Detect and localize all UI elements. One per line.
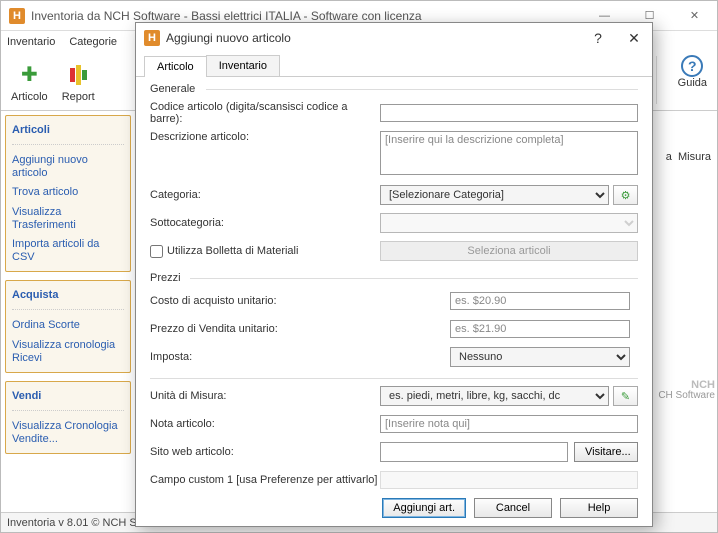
visitare-button[interactable]: Visitare... — [574, 442, 638, 462]
label-vendita: Prezzo di Vendita unitario: — [150, 323, 450, 335]
toolbar-report[interactable]: Report — [62, 61, 95, 103]
label-bom: Utilizza Bolletta di Materiali — [167, 245, 298, 257]
legend-prezzi: Prezzi — [150, 272, 638, 284]
sidebar-item-vendite[interactable]: Visualizza Cronologia Vendite... — [12, 417, 124, 449]
nch-logo: NCH CH Software — [645, 381, 715, 400]
sidebar-head: Acquista — [12, 285, 124, 310]
toolbar-articolo[interactable]: ✚ Articolo — [11, 61, 48, 103]
toolbar-guida[interactable]: ? Guida — [678, 55, 707, 89]
fieldset-generale: Generale Codice articolo (digita/scansis… — [150, 83, 638, 262]
sidebar: Articoli Aggiungi nuovo articolo Trova a… — [1, 111, 135, 512]
label-custom1: Campo custom 1 [usa Preferenze per attiv… — [150, 474, 380, 486]
gear-icon: ⚙ — [621, 189, 631, 202]
plus-icon: ✚ — [15, 61, 43, 89]
costo-input[interactable] — [450, 292, 630, 310]
fieldset-prezzi: Prezzi Costo di acquisto unitario: Prezz… — [150, 272, 638, 368]
imposta-select[interactable]: Nessuno — [450, 347, 630, 367]
unita-edit-button[interactable]: ✎ — [613, 386, 638, 406]
codice-input[interactable] — [380, 104, 638, 122]
help-icon: ? — [681, 55, 703, 77]
toolbar-separator — [656, 56, 657, 104]
legend-generale: Generale — [150, 83, 638, 95]
sidebar-item-trasferimenti[interactable]: Visualizza Trasferimenti — [12, 203, 124, 235]
sidebar-head: Vendi — [12, 386, 124, 411]
categoria-select[interactable]: [Selezionare Categoria] — [380, 185, 609, 205]
label-costo: Costo di acquisto unitario: — [150, 295, 450, 307]
add-item-dialog: H Aggiungi nuovo articolo ? ✕ Articolo I… — [135, 22, 653, 527]
descrizione-input[interactable] — [380, 131, 638, 175]
menu-inventario[interactable]: Inventario — [7, 36, 55, 48]
label-nota: Nota articolo: — [150, 418, 380, 430]
label-sottocat: Sottocategoria: — [150, 217, 380, 229]
label-unita: Unità di Misura: — [150, 390, 380, 402]
label-codice: Codice articolo (digita/scansisci codice… — [150, 101, 380, 125]
dialog-buttons: Aggiungi art. Cancel Help — [136, 490, 652, 526]
bom-checkbox-row[interactable]: Utilizza Bolletta di Materiali — [150, 245, 380, 258]
tab-inventario[interactable]: Inventario — [206, 55, 280, 76]
sidebar-group-vendi: Vendi Visualizza Cronologia Vendite... — [5, 381, 131, 454]
cancel-button[interactable]: Cancel — [474, 498, 552, 518]
dialog-tabs: Articolo Inventario — [136, 55, 652, 77]
column-headers: a Misura — [666, 151, 711, 163]
app-icon: H — [144, 30, 160, 46]
aggiungi-button[interactable]: Aggiungi art. — [382, 498, 466, 518]
sidebar-item-ordina[interactable]: Ordina Scorte — [12, 316, 124, 335]
bom-checkbox[interactable] — [150, 245, 163, 258]
status-text: Inventoria v 8.01 © NCH S — [7, 517, 137, 529]
categoria-manage-button[interactable]: ⚙ — [613, 185, 638, 205]
vendita-input[interactable] — [450, 320, 630, 338]
label-descr: Descrizione articolo: — [150, 131, 380, 143]
dialog-body: Generale Codice articolo (digita/scansis… — [136, 77, 652, 490]
custom1-input — [380, 471, 638, 489]
sottocategoria-select — [380, 213, 638, 233]
seleziona-articoli-button: Seleziona articoli — [380, 241, 638, 261]
label-sito: Sito web articolo: — [150, 446, 380, 458]
sito-input[interactable] — [380, 442, 568, 462]
dialog-help-button[interactable]: ? — [580, 23, 616, 53]
label-imposta: Imposta: — [150, 351, 450, 363]
sidebar-item-importa[interactable]: Importa articoli da CSV — [12, 235, 124, 267]
app-icon: H — [9, 8, 25, 24]
dialog-close-button[interactable]: ✕ — [616, 23, 652, 53]
pencil-icon: ✎ — [621, 390, 630, 403]
tab-articolo[interactable]: Articolo — [144, 56, 207, 77]
nota-input[interactable] — [380, 415, 638, 433]
window-title: Inventoria da NCH Software - Bassi elett… — [31, 9, 582, 23]
sidebar-group-acquista: Acquista Ordina Scorte Visualizza cronol… — [5, 280, 131, 373]
sidebar-item-trova[interactable]: Trova articolo — [12, 183, 124, 202]
help-button[interactable]: Help — [560, 498, 638, 518]
sidebar-item-ricevi[interactable]: Visualizza cronologia Ricevi — [12, 336, 124, 368]
sidebar-item-aggiungi[interactable]: Aggiungi nuovo articolo — [12, 151, 124, 183]
unita-select[interactable]: es. piedi, metri, libre, kg, sacchi, dc — [380, 386, 609, 406]
dialog-title: Aggiungi nuovo articolo — [166, 31, 580, 45]
dialog-titlebar: H Aggiungi nuovo articolo ? ✕ — [136, 23, 652, 53]
sidebar-group-articoli: Articoli Aggiungi nuovo articolo Trova a… — [5, 115, 131, 272]
bars-icon — [64, 61, 92, 89]
label-categoria: Categoria: — [150, 189, 380, 201]
close-button[interactable]: ✕ — [672, 1, 717, 31]
menu-categorie[interactable]: Categorie — [69, 36, 117, 48]
sidebar-head: Articoli — [12, 120, 124, 145]
